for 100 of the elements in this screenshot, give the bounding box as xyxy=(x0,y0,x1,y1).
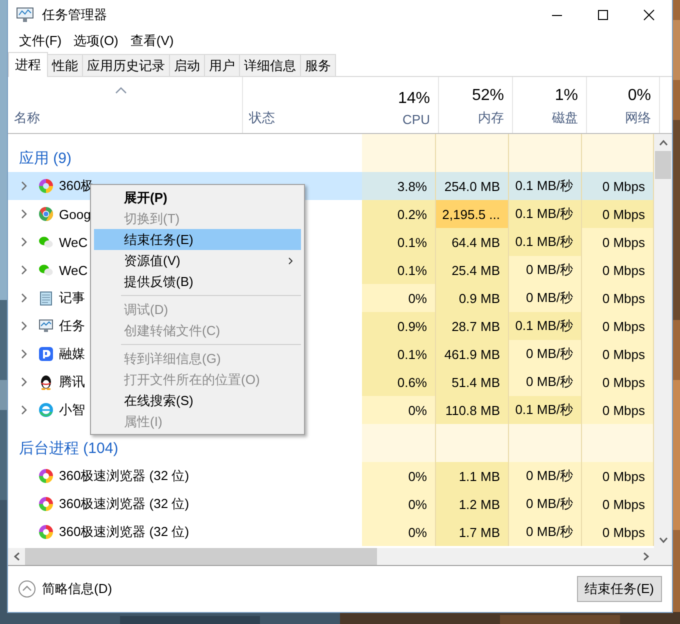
usage-percent: 0% xyxy=(628,87,652,106)
menu-item[interactable]: 选项(O) xyxy=(68,30,124,52)
menu-item[interactable]: 在线搜索(S) xyxy=(94,390,301,411)
metric-cell: 0% xyxy=(362,396,436,424)
metric-cell: 0 Mbps xyxy=(582,340,654,368)
process-name: 腾讯 xyxy=(59,373,85,391)
metric-cell: 0% xyxy=(362,518,436,546)
metric-cell: 110.8 MB xyxy=(436,396,509,424)
column-header[interactable]: CPU xyxy=(402,112,438,133)
metric-cell: 0% xyxy=(362,462,436,490)
metric-cell: 0 Mbps xyxy=(582,490,654,518)
column-header[interactable]: 名称 xyxy=(8,109,242,133)
metric-cell: 3.8% xyxy=(362,172,436,200)
chevron-icon[interactable] xyxy=(20,405,28,415)
tab[interactable]: 服务 xyxy=(300,54,336,76)
process-name: 任务 xyxy=(59,317,85,335)
metric-cell: 0.1% xyxy=(362,256,436,284)
metric-cell: 0 MB/秒 xyxy=(509,340,582,368)
chevron-icon[interactable] xyxy=(20,349,28,359)
process-name: 记事 xyxy=(59,289,85,307)
end-task-button[interactable]: 结束任务(E) xyxy=(576,576,662,602)
metric-cell: 0 Mbps xyxy=(582,284,654,312)
process-name: 360极速浏览器 (32 位) xyxy=(59,495,190,513)
vertical-scrollbar[interactable] xyxy=(654,134,672,548)
tab[interactable]: 应用历史记录 xyxy=(82,54,170,76)
metric-cell: 0.1% xyxy=(362,228,436,256)
chevron-icon[interactable] xyxy=(20,321,28,331)
scroll-up-icon[interactable] xyxy=(658,140,668,146)
chevron-icon[interactable] xyxy=(20,209,28,219)
metric-cell: 0.6% xyxy=(362,368,436,396)
usage-percent: 14% xyxy=(398,90,431,109)
group-title: 后台进程 (104) xyxy=(18,439,118,459)
maximize-icon[interactable] xyxy=(597,9,609,21)
metric-cell: 1.7 MB xyxy=(436,518,509,546)
usage-percent: 52% xyxy=(472,87,505,106)
metric-cell: 0.9 MB xyxy=(436,284,509,312)
scroll-right-icon[interactable] xyxy=(642,552,648,561)
monitor-graph-icon xyxy=(38,318,54,334)
column-header[interactable]: 磁盘 xyxy=(552,109,586,133)
close-icon[interactable] xyxy=(643,9,655,21)
ring-icon xyxy=(38,496,54,512)
app-tile-icon xyxy=(38,346,54,362)
menu-item[interactable]: 查看(V) xyxy=(125,30,179,52)
metric-cell: 0 Mbps xyxy=(582,462,654,490)
tab[interactable]: 进程 xyxy=(8,52,48,77)
metric-cell: 0 Mbps xyxy=(582,312,654,340)
menu-item[interactable]: 提供反馈(B) xyxy=(94,271,301,292)
metric-cell: 0 MB/秒 xyxy=(509,462,582,490)
metric-cell: 254.0 MB xyxy=(436,172,509,200)
scroll-thumb[interactable] xyxy=(25,548,377,565)
chevron-icon[interactable] xyxy=(20,181,28,191)
window-title: 任务管理器 xyxy=(42,6,108,24)
metric-cell: 0% xyxy=(362,284,436,312)
metric-cell: 0 MB/秒 xyxy=(509,368,582,396)
tab[interactable]: 详细信息 xyxy=(239,54,301,76)
metric-cell: 0% xyxy=(362,490,436,518)
scroll-down-icon[interactable] xyxy=(658,536,668,542)
metric-cell: 0 Mbps xyxy=(582,256,654,284)
tab[interactable]: 用户 xyxy=(204,54,240,76)
group-title: 应用 (9) xyxy=(18,149,72,169)
globe-ring-icon xyxy=(38,402,54,418)
metric-cell: 0.1 MB/秒 xyxy=(509,312,582,340)
process-name: 小智 xyxy=(59,401,85,419)
column-header[interactable]: 状态 xyxy=(243,109,363,133)
metric-cell: 25.4 MB xyxy=(436,256,509,284)
chevron-icon[interactable] xyxy=(20,377,28,387)
ring-icon xyxy=(38,468,54,484)
menu-item[interactable]: 文件(F) xyxy=(14,30,67,52)
collapse-up-icon[interactable] xyxy=(18,580,36,598)
scroll-thumb[interactable] xyxy=(655,151,671,179)
chevron-icon[interactable] xyxy=(20,265,28,275)
usage-percent: 1% xyxy=(554,87,579,106)
metric-cell: 0.9% xyxy=(362,312,436,340)
metric-cell: 0 Mbps xyxy=(582,172,654,200)
column-header[interactable]: 内存 xyxy=(478,109,512,133)
column-shading xyxy=(582,424,654,462)
process-name: Goog xyxy=(59,206,91,222)
fewer-details-link[interactable]: 简略信息(D) xyxy=(42,580,112,598)
menu-item[interactable]: 结束任务(E) xyxy=(94,229,301,250)
notepad-icon xyxy=(38,290,54,306)
process-name: WeC xyxy=(59,234,88,250)
metric-cell: 1.1 MB xyxy=(436,462,509,490)
process-name: 融媒 xyxy=(59,345,85,363)
chevron-icon[interactable] xyxy=(20,293,28,303)
metric-cell: 0 Mbps xyxy=(582,228,654,256)
scroll-left-icon[interactable] xyxy=(14,552,20,561)
metric-cell: 0.1 MB/秒 xyxy=(509,200,582,228)
metric-cell: 0 MB/秒 xyxy=(509,284,582,312)
menu-item[interactable]: 展开(P) xyxy=(94,187,301,208)
tab[interactable]: 性能 xyxy=(47,54,83,76)
horizontal-scrollbar[interactable] xyxy=(8,548,672,566)
column-header[interactable]: 网络 xyxy=(625,109,659,133)
metric-cell: 0 Mbps xyxy=(582,200,654,228)
penguin-icon xyxy=(38,374,54,390)
tab[interactable]: 启动 xyxy=(169,54,205,76)
metric-cell: 0 Mbps xyxy=(582,518,654,546)
menu-item[interactable]: 资源值(V) xyxy=(94,250,301,271)
metric-cell: 461.9 MB xyxy=(436,340,509,368)
chevron-icon[interactable] xyxy=(20,237,28,247)
ring-icon xyxy=(38,524,54,540)
